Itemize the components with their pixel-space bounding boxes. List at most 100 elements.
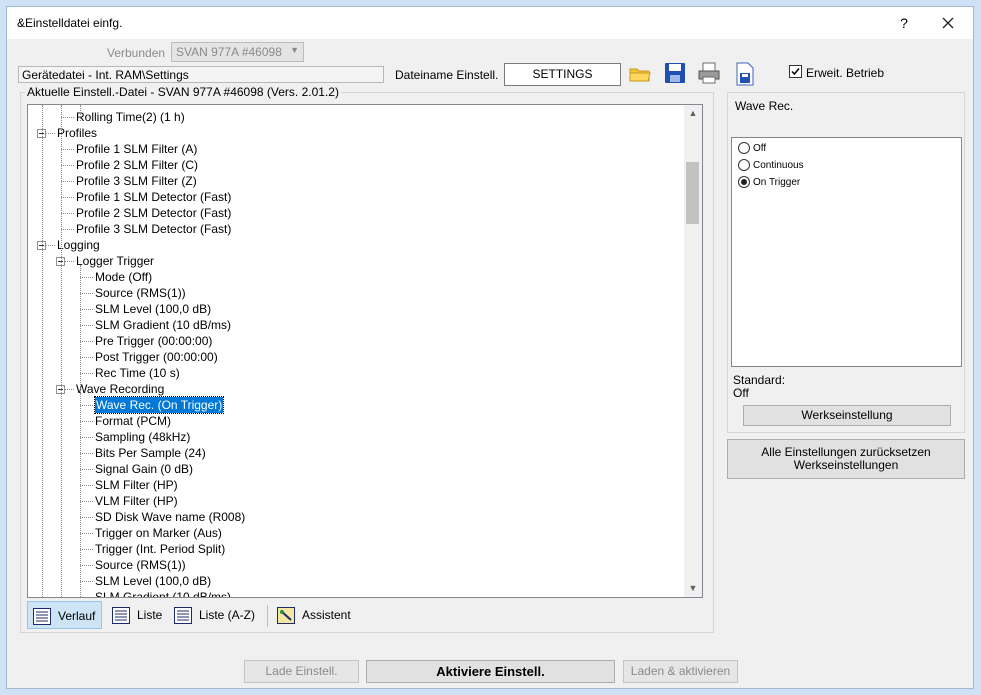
tree-connector — [80, 597, 93, 598]
tree-connector — [80, 437, 93, 438]
tree-node[interactable]: Profile 3 SLM Detector (Fast) — [76, 221, 231, 237]
save-button[interactable] — [662, 60, 688, 86]
extended-mode-checkbox[interactable] — [789, 65, 802, 78]
radio-off-label: Off — [753, 143, 767, 154]
filename-label: Dateiname Einstell. — [395, 68, 499, 82]
tree-scrollbar[interactable]: ▲ ▼ — [684, 105, 702, 597]
document-save-icon — [736, 62, 754, 86]
tree-node[interactable]: Bits Per Sample (24) — [95, 445, 206, 461]
tree-connector — [80, 453, 93, 454]
radio-off[interactable] — [738, 142, 750, 154]
filename-input[interactable]: SETTINGS — [504, 63, 621, 86]
tree-node[interactable]: Logging — [57, 237, 100, 253]
folder-icon — [629, 68, 651, 82]
assistant-wand-icon — [277, 606, 295, 624]
list-icon — [112, 606, 130, 624]
factory-default-button[interactable]: Werkseinstellung — [743, 405, 951, 426]
activate-settings-button[interactable]: Aktiviere Einstell. — [366, 660, 615, 683]
tree-node[interactable]: Rolling Time(2) (1 h) — [76, 109, 185, 125]
tree-node[interactable]: Profiles — [57, 125, 97, 141]
tree-group-label: Aktuelle Einstell.-Datei - SVAN 977A #46… — [25, 85, 341, 99]
tree-connector — [80, 549, 93, 550]
tree-connector — [80, 565, 93, 566]
tree-connector — [80, 421, 93, 422]
tree-node-selected[interactable]: Wave Rec. (On Trigger) — [93, 396, 225, 414]
tree-node[interactable]: Mode (Off) — [95, 269, 152, 285]
tree-connector — [80, 501, 93, 502]
open-folder-button[interactable] — [627, 61, 653, 87]
tree-connector — [80, 469, 93, 470]
close-icon — [942, 17, 954, 29]
tab-separator — [267, 605, 268, 627]
tree-node[interactable]: SLM Gradient (10 dB/ms) — [95, 317, 231, 333]
tab-assistant[interactable]: Assistent — [272, 601, 362, 629]
save-as-button[interactable] — [732, 61, 758, 87]
tree-node[interactable]: Post Trigger (00:00:00) — [95, 349, 218, 365]
load-and-activate-button[interactable]: Laden & aktivieren — [623, 660, 738, 683]
radio-continuous[interactable] — [738, 159, 750, 171]
tab-list-az[interactable]: Liste (A-Z) — [169, 601, 261, 629]
tree-node[interactable]: SD Disk Wave name (R008) — [95, 509, 245, 525]
option-list: Off Continuous On Trigger — [731, 137, 962, 367]
radio-on-trigger[interactable] — [738, 176, 750, 188]
tree-node[interactable]: SLM Gradient (10 dB/ms) — [95, 589, 231, 597]
tree-connector — [80, 357, 93, 358]
tree-connector — [80, 373, 93, 374]
tree-node[interactable]: Source (RMS(1)) — [95, 557, 186, 573]
reset-all-line2: Werkseinstellungen — [793, 458, 899, 472]
settings-tree[interactable]: Rolling Time(2) (1 h) Profiles Profile 1 S… — [27, 104, 703, 598]
tree-connector — [80, 533, 93, 534]
tree-node[interactable]: Profile 2 SLM Detector (Fast) — [76, 205, 231, 221]
tab-history-label: Verlauf — [58, 609, 96, 623]
scrollbar-thumb[interactable] — [686, 162, 699, 224]
tab-history[interactable]: Verlauf — [27, 601, 102, 629]
tree-connector — [80, 325, 93, 326]
tree-guide-line — [80, 105, 81, 121]
tree-node[interactable]: VLM Filter (HP) — [95, 493, 178, 509]
dialog-window: &Einstelldatei einfg. ? Verbunden SVAN 9… — [6, 6, 974, 689]
tree-connector — [61, 197, 74, 198]
tree-connector — [61, 165, 74, 166]
tree-node[interactable]: Signal Gain (0 dB) — [95, 461, 193, 477]
load-settings-button[interactable]: Lade Einstell. — [244, 660, 359, 683]
close-button[interactable] — [937, 12, 959, 34]
tree-node[interactable]: Rec Time (10 s) — [95, 365, 180, 381]
tree-node[interactable]: Format (PCM) — [95, 413, 171, 429]
tree-connector — [80, 485, 93, 486]
option-panel-title: Wave Rec. — [735, 99, 794, 113]
tree-node[interactable]: Logger Trigger — [76, 253, 154, 269]
tab-list-az-label: Liste (A-Z) — [199, 608, 256, 622]
tree-node[interactable]: Profile 3 SLM Filter (Z) — [76, 173, 197, 189]
tree-node[interactable]: Trigger (Int. Period Split) — [95, 541, 225, 557]
device-combo[interactable]: SVAN 977A #46098 ▼ — [171, 42, 304, 62]
tree-node[interactable]: Wave Recording — [76, 381, 164, 397]
tree-node[interactable]: Trigger on Marker (Aus) — [95, 525, 222, 541]
tree-connector — [80, 517, 93, 518]
tree-connector — [80, 277, 93, 278]
tree-node[interactable]: Profile 1 SLM Filter (A) — [76, 141, 197, 157]
help-button[interactable]: ? — [893, 12, 915, 34]
tree-node[interactable]: Pre Trigger (00:00:00) — [95, 333, 212, 349]
tree-node[interactable]: Sampling (48kHz) — [95, 429, 190, 445]
standard-label: Standard: — [733, 373, 786, 387]
tree-connector — [61, 213, 74, 214]
tree-node[interactable]: Profile 1 SLM Detector (Fast) — [76, 189, 231, 205]
reset-all-button[interactable]: Alle Einstellungen zurücksetzen Werksein… — [727, 439, 965, 479]
device-combo-value: SVAN 977A #46098 — [176, 45, 282, 59]
list-sorted-icon — [174, 606, 192, 624]
tab-list[interactable]: Liste — [107, 601, 165, 629]
radio-continuous-label: Continuous — [753, 160, 804, 171]
scroll-up-icon[interactable]: ▲ — [684, 105, 702, 122]
tree-node[interactable]: SLM Level (100,0 dB) — [95, 301, 211, 317]
scroll-down-icon[interactable]: ▼ — [684, 580, 702, 597]
window-title: &Einstelldatei einfg. — [17, 16, 123, 30]
chevron-down-icon: ▼ — [290, 45, 299, 55]
tree-node[interactable]: Source (RMS(1)) — [95, 285, 186, 301]
tree-connector — [61, 149, 74, 150]
tree-node[interactable]: SLM Level (100,0 dB) — [95, 573, 211, 589]
tree-node[interactable]: Profile 2 SLM Filter (C) — [76, 157, 198, 173]
tree-node[interactable]: SLM Filter (HP) — [95, 477, 178, 493]
print-button[interactable] — [696, 60, 722, 86]
tree-connector — [80, 405, 93, 406]
tree-connector — [61, 117, 74, 118]
